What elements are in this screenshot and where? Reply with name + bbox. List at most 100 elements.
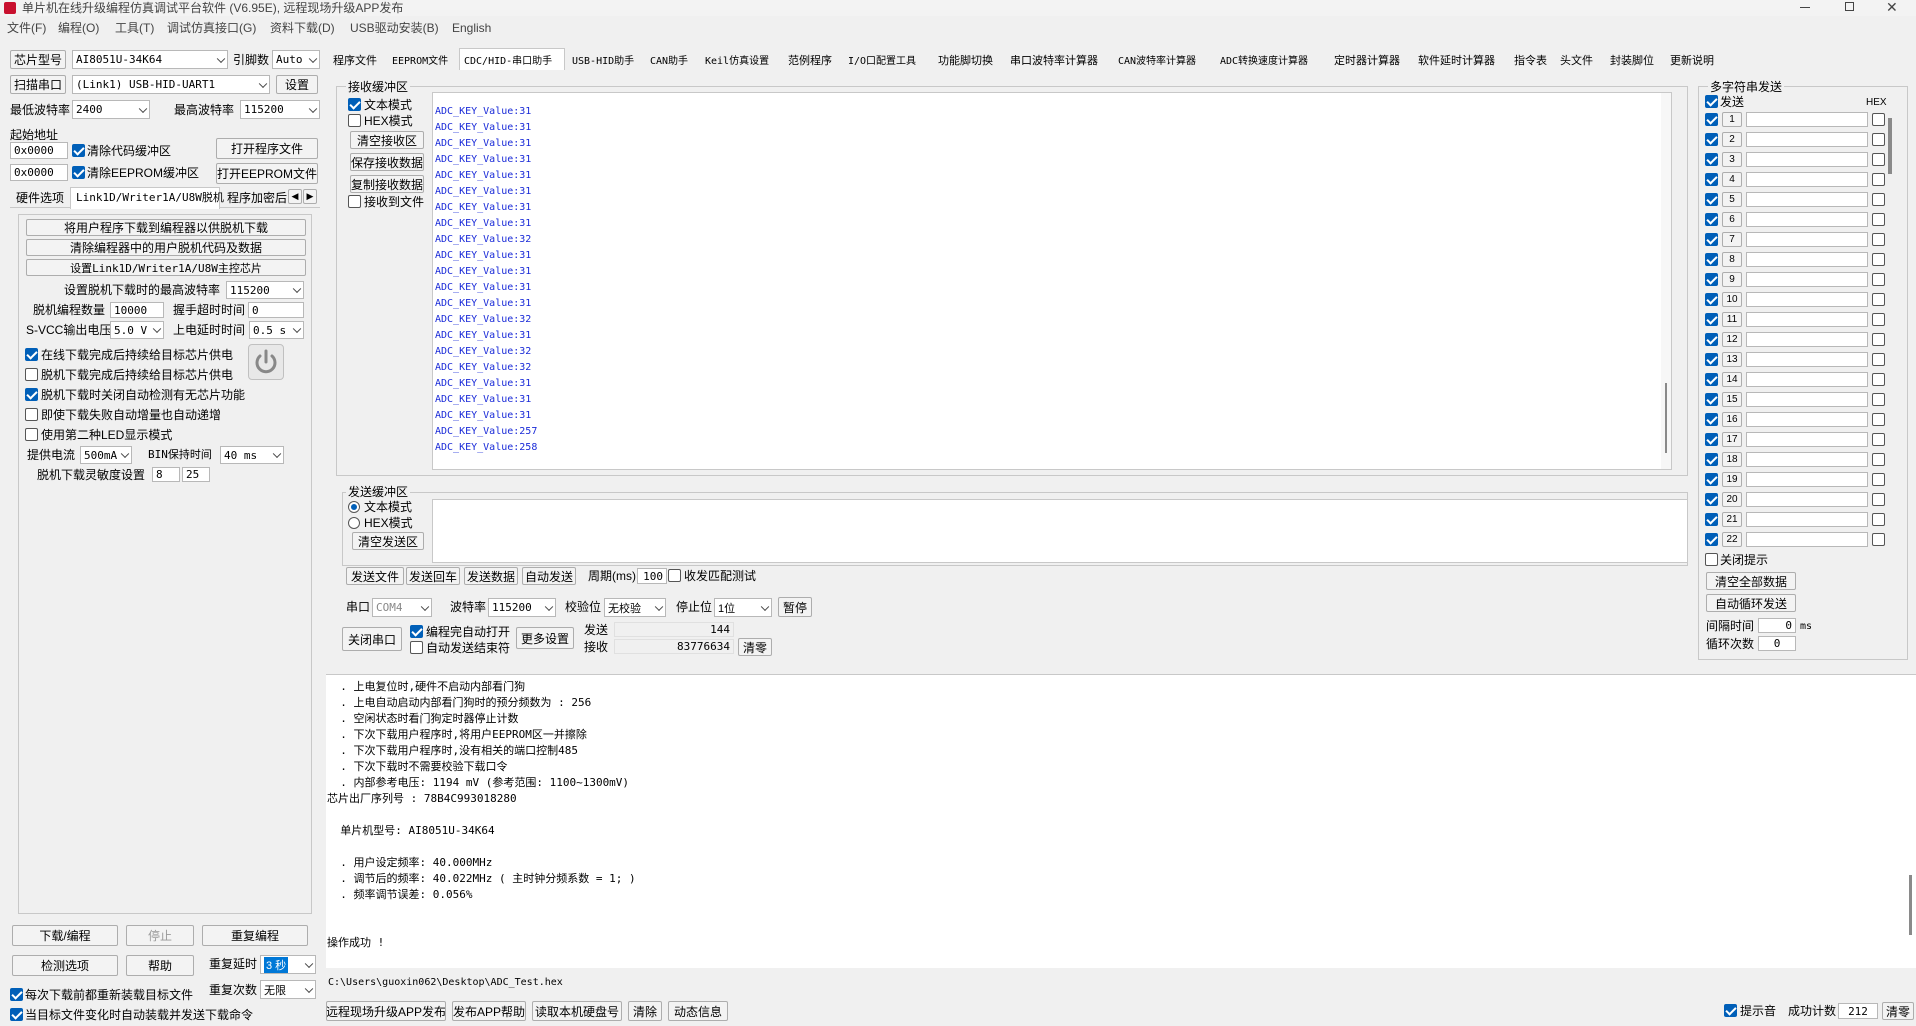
multi-row-hex-checkbox[interactable] xyxy=(1872,153,1885,166)
tab-adc-speed[interactable]: ADC转换速度计算器 xyxy=(1220,52,1308,67)
publish-help-button[interactable]: 发布APP帮助 xyxy=(452,1001,526,1021)
tab-hardware-options[interactable]: 硬件选项 xyxy=(16,190,64,206)
multi-row-send-checkbox[interactable] xyxy=(1705,133,1718,146)
interval-input[interactable]: 0 xyxy=(1758,618,1796,633)
multi-send-header-checkbox[interactable] xyxy=(1705,95,1718,108)
multi-row-input[interactable] xyxy=(1746,452,1868,467)
minimize-icon[interactable] xyxy=(1800,7,1810,8)
multi-row-send-checkbox[interactable] xyxy=(1705,413,1718,426)
save-receive-button[interactable]: 保存接收数据 xyxy=(350,153,424,171)
dynamic-info-button[interactable]: 动态信息 xyxy=(668,1001,728,1021)
tab-encryption[interactable]: 程序加密后 xyxy=(227,190,287,206)
multi-row-send-checkbox[interactable] xyxy=(1705,533,1718,546)
download-program-button[interactable]: 下载/编程 xyxy=(12,925,118,946)
multi-row-hex-checkbox[interactable] xyxy=(1872,213,1885,226)
tab-usb-hid[interactable]: USB-HID助手 xyxy=(572,52,634,67)
menu-tools[interactable]: 工具(T) xyxy=(115,20,154,36)
multi-row-input[interactable] xyxy=(1746,492,1868,507)
multi-row-hex-checkbox[interactable] xyxy=(1872,453,1885,466)
multi-row-send-button[interactable]: 22 xyxy=(1722,532,1742,547)
multi-row-input[interactable] xyxy=(1746,532,1868,547)
receive-text-area[interactable]: ADC_KEY_Value:31 ADC_KEY_Value:31 ADC_KEY_… xyxy=(432,92,1672,470)
auto-open-checkbox[interactable] xyxy=(410,625,423,638)
multi-row-send-button[interactable]: 18 xyxy=(1722,452,1742,467)
tab-header[interactable]: 头文件 xyxy=(1560,52,1593,68)
open-eeprom-button[interactable]: 打开EEPROM文件 xyxy=(216,163,318,184)
scan-port-button[interactable]: 扫描串口 xyxy=(10,75,66,94)
tab-examples[interactable]: 范例程序 xyxy=(788,52,832,68)
multi-row-input[interactable] xyxy=(1746,432,1868,447)
bin-hold-select[interactable]: 40 ms xyxy=(220,446,284,464)
multi-row-hex-checkbox[interactable] xyxy=(1872,253,1885,266)
multi-row-input[interactable] xyxy=(1746,312,1868,327)
multi-row-input[interactable] xyxy=(1746,352,1868,367)
multi-row-send-button[interactable]: 12 xyxy=(1722,332,1742,347)
supply-current-select[interactable]: 500mA xyxy=(80,446,132,464)
offline-max-baud-select[interactable]: 115200 xyxy=(226,281,304,299)
multi-row-send-button[interactable]: 10 xyxy=(1722,292,1742,307)
multi-row-input[interactable] xyxy=(1746,392,1868,407)
port-settings-button[interactable]: 设置 xyxy=(276,75,318,94)
multi-row-send-button[interactable]: 14 xyxy=(1722,372,1742,387)
receive-scrollbar[interactable] xyxy=(1661,93,1671,469)
multi-row-send-checkbox[interactable] xyxy=(1705,473,1718,486)
log-scroll-thumb[interactable] xyxy=(1909,875,1912,935)
multi-row-send-button[interactable]: 4 xyxy=(1722,172,1742,187)
offline-count-input[interactable]: 10000 xyxy=(110,302,164,318)
offline-master-chip-button[interactable]: 设置Link1D/Writer1A/U8W主控芯片 xyxy=(26,259,306,276)
max-baud-select[interactable]: 115200 xyxy=(240,100,320,119)
tab-io-config[interactable]: I/O口配置工具 xyxy=(848,52,916,67)
svcc-voltage-select[interactable]: 5.0 V xyxy=(110,321,164,339)
send-enter-button[interactable]: 发送回车 xyxy=(406,567,460,585)
multi-scrollbar[interactable] xyxy=(1888,118,1892,174)
tab-instructions[interactable]: 指令表 xyxy=(1514,52,1547,68)
tab-program-file[interactable]: 程序文件 xyxy=(333,52,377,68)
multi-row-send-checkbox[interactable] xyxy=(1705,313,1718,326)
parity-select[interactable]: 无校验 xyxy=(604,598,666,617)
multi-row-input[interactable] xyxy=(1746,332,1868,347)
recv-text-mode-checkbox[interactable] xyxy=(348,98,361,111)
send-text-mode-radio[interactable] xyxy=(348,501,360,513)
multi-row-hex-checkbox[interactable] xyxy=(1872,353,1885,366)
pin-count-select[interactable]: Auto xyxy=(272,50,320,69)
multi-row-send-checkbox[interactable] xyxy=(1705,513,1718,526)
tab-can[interactable]: CAN助手 xyxy=(650,52,688,67)
multi-row-send-button[interactable]: 5 xyxy=(1722,192,1742,207)
menu-usb[interactable]: USB驱动安装(B) xyxy=(350,20,439,36)
multi-row-send-checkbox[interactable] xyxy=(1705,253,1718,266)
copy-receive-button[interactable]: 复制接收数据 xyxy=(350,175,424,193)
stop-bits-select[interactable]: 1位 xyxy=(714,598,772,617)
multi-row-input[interactable] xyxy=(1746,232,1868,247)
clear-count-button[interactable]: 清零 xyxy=(738,638,772,656)
multi-row-send-button[interactable]: 2 xyxy=(1722,132,1742,147)
multi-row-hex-checkbox[interactable] xyxy=(1872,473,1885,486)
multi-row-send-button[interactable]: 17 xyxy=(1722,432,1742,447)
send-data-button[interactable]: 发送数据 xyxy=(464,567,518,585)
port-select[interactable]: (Link1) USB-HID-UART1 xyxy=(72,75,270,94)
multi-row-send-button[interactable]: 7 xyxy=(1722,232,1742,247)
opt-auto-increment-checkbox[interactable] xyxy=(25,408,38,421)
min-baud-select[interactable]: 2400 xyxy=(72,100,150,119)
multi-row-send-checkbox[interactable] xyxy=(1705,493,1718,506)
multi-row-hex-checkbox[interactable] xyxy=(1872,233,1885,246)
reload-target-checkbox[interactable] xyxy=(10,988,23,1001)
code-address-input[interactable]: 0x0000 xyxy=(10,142,68,159)
more-settings-button[interactable]: 更多设置 xyxy=(516,627,574,649)
baud-select[interactable]: 115200 xyxy=(488,598,556,617)
recv-hex-mode-checkbox[interactable] xyxy=(348,114,361,127)
send-file-button[interactable]: 发送文件 xyxy=(346,567,404,585)
check-options-button[interactable]: 检测选项 xyxy=(12,955,118,976)
clear-send-button[interactable]: 清空发送区 xyxy=(352,532,424,550)
eeprom-address-input[interactable]: 0x0000 xyxy=(10,164,68,181)
menu-debug[interactable]: 调试仿真接口(G) xyxy=(167,20,256,36)
log-area[interactable]: . 上电复位时,硬件不启动内部看门狗 . 上电自动启动内部看门狗时的预分频数为 … xyxy=(326,674,1916,968)
multi-row-input[interactable] xyxy=(1746,192,1868,207)
opt-offline-power-checkbox[interactable] xyxy=(25,368,38,381)
period-input[interactable]: 100 xyxy=(637,568,667,584)
offline-clear-button[interactable]: 清除编程器中的用户脱机代码及数据 xyxy=(26,239,306,256)
read-disk-button[interactable]: 读取本机硬盘号 xyxy=(532,1001,622,1021)
multi-row-input[interactable] xyxy=(1746,472,1868,487)
stop-button[interactable]: 停止 xyxy=(126,925,194,946)
multi-row-send-button[interactable]: 9 xyxy=(1722,272,1742,287)
tab-pin-switch[interactable]: 功能脚切换 xyxy=(938,52,993,68)
